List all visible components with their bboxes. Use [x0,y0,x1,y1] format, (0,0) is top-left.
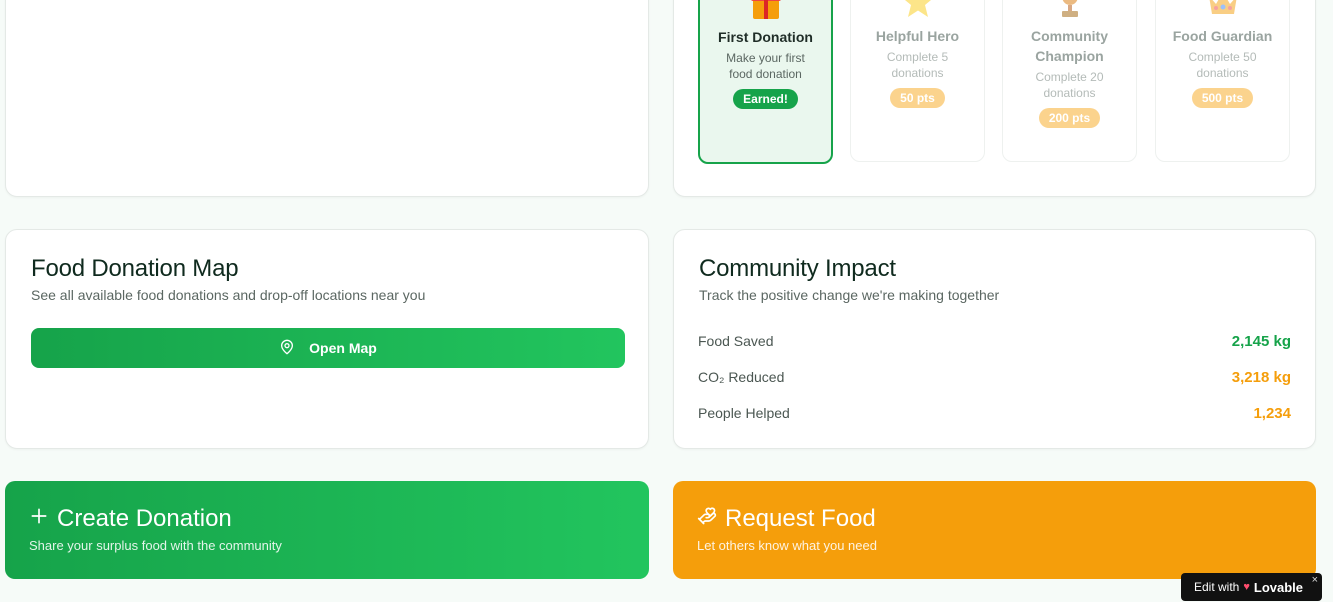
badge-description: Complete 20 donations [1035,70,1104,100]
badge-description: Complete 5 donations [886,50,949,80]
badge-points-pill: 200 pts [1038,108,1101,128]
lovable-brand: Lovable [1253,579,1304,595]
achievements-card: First Donation Make your first food dona… [673,0,1316,197]
request-food-subtitle: Let others know what you need [697,538,877,553]
open-map-button[interactable]: Open Map [31,328,625,368]
metric-label: Food Saved [698,333,774,349]
star-icon [900,0,936,20]
metric-value: 2,145 kg [1231,332,1291,350]
food-donation-map-card: Food Donation Map See all available food… [5,229,649,449]
lovable-heart-icon: ♥ [1243,581,1250,593]
badge-description: Make your first food donation [726,51,805,81]
open-map-label: Open Map [309,340,377,356]
metric-label: CO₂ Reduced [698,369,785,385]
metric-value: 1,234 [1253,404,1291,422]
gift-icon [748,0,784,21]
impact-card-subtitle: Track the positive change we're making t… [699,287,1000,303]
crown-icon [1205,0,1241,20]
top-left-card [5,0,649,197]
badge-first-donation[interactable]: First Donation Make your first food dona… [698,0,833,164]
create-donation-title: Create Donation [57,505,232,532]
community-impact-card: Community Impact Track the positive chan… [673,229,1316,449]
plus-icon [29,505,49,533]
badge-title: First Donation [718,29,813,45]
edit-with-label: Edit with [1194,580,1240,594]
request-food-title: Request Food [725,505,876,532]
badge-points-pill: 500 pts [1191,88,1254,108]
hand-heart-icon [697,505,717,533]
request-food-card[interactable]: Request Food Let others know what you ne… [673,481,1316,579]
metric-row-food-saved: Food Saved 2,145 kg [698,331,1291,351]
badge-title: Helpful Hero [875,28,960,44]
badge-helpful-hero[interactable]: Helpful Hero Complete 5 donations 50 pts [850,0,985,162]
map-card-subtitle: See all available food donations and dro… [31,287,426,303]
impact-card-title: Community Impact [699,255,896,282]
map-pin-icon [279,339,295,358]
edit-with-lovable-badge[interactable]: Edit with ♥ Lovable × [1181,573,1322,601]
metric-value: 3,218 kg [1231,368,1291,386]
create-donation-card[interactable]: Create Donation Share your surplus food … [5,481,649,579]
metric-row-people-helped: People Helped 1,234 [698,403,1291,423]
trophy-icon [1052,0,1088,20]
badge-points-pill: 50 pts [890,88,945,108]
badge-title: Community Champion [1031,28,1108,64]
metric-row-co2-reduced: CO₂ Reduced 3,218 kg [698,367,1291,387]
create-donation-heading: Create Donation [29,505,232,533]
badge-title: Food Guardian [1172,28,1273,44]
badge-status-pill: Earned! [733,89,798,109]
map-card-title: Food Donation Map [31,255,239,282]
badge-description: Complete 50 donations [1188,50,1257,80]
request-food-heading: Request Food [697,505,876,533]
badge-community-champion[interactable]: Community Champion Complete 20 donations… [1002,0,1137,162]
close-icon[interactable]: × [1312,574,1318,586]
create-donation-subtitle: Share your surplus food with the communi… [29,538,282,553]
badge-food-guardian[interactable]: Food Guardian Complete 50 donations 500 … [1155,0,1290,162]
metric-label: People Helped [698,405,790,421]
